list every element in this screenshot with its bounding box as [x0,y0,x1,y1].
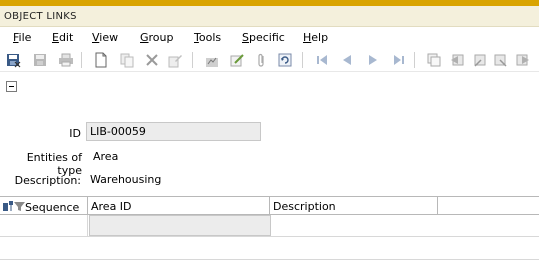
entities-of-type-value: Area [93,150,119,163]
new-document-icon[interactable] [92,51,110,69]
add-row-icon[interactable] [2,200,14,215]
menu-specific[interactable]: Specific [242,31,285,44]
menu-view[interactable]: View [92,31,118,44]
last-record-icon[interactable] [390,51,408,69]
toolbar [0,48,539,72]
delete-icon[interactable] [143,51,161,69]
window-title-bar: OBJECT LINKS [0,6,539,27]
previous-record-icon[interactable] [338,51,356,69]
save-icon[interactable] [31,51,49,69]
grid-divider [0,259,539,260]
next-record-icon[interactable] [364,51,382,69]
column-header-sequence[interactable]: Sequence [0,197,88,215]
edit-icon[interactable] [166,51,184,69]
menu-tools[interactable]: Tools [194,31,221,44]
menu-file[interactable]: File [13,31,31,44]
window-title: OBJECT LINKS [4,11,77,22]
id-label: ID [69,127,81,140]
cell-description[interactable] [271,215,439,236]
toolbar-separator [192,52,193,68]
toolbar-separator [414,52,415,68]
description-label: Description: [14,174,81,187]
table-row[interactable] [0,215,539,237]
copy-icon[interactable] [118,51,136,69]
column-label-sequence: Sequence [25,201,80,214]
links-grid: Sequence Area ID Description [0,196,539,263]
menu-help[interactable]: Help [303,31,328,44]
cell-sequence[interactable] [0,215,88,236]
approve-icon[interactable] [228,51,246,69]
window-icon[interactable] [425,51,443,69]
filter-icon[interactable] [14,201,25,215]
print-icon[interactable] [57,51,75,69]
menu-group[interactable]: Group [140,31,174,44]
toolbar-separator [81,52,82,68]
attach-icon[interactable] [252,51,270,69]
cell-area-id[interactable] [89,215,271,236]
nav-last-icon[interactable] [514,51,532,69]
column-header-area-id[interactable]: Area ID [88,197,270,215]
grid-header: Sequence Area ID Description [0,196,539,215]
nav-next-icon[interactable] [492,51,510,69]
menu-bar: File Edit View Group Tools Specific Help [0,28,539,48]
collapse-section-button[interactable] [6,81,17,92]
menu-edit[interactable]: Edit [52,31,73,44]
nav-prev-icon[interactable] [470,51,488,69]
toolbar-separator [302,52,303,68]
description-value: Warehousing [90,173,162,186]
column-header-description[interactable]: Description [270,197,438,215]
nav-first-icon[interactable] [448,51,466,69]
report-icon[interactable] [203,51,221,69]
id-field[interactable]: LIB-00059 [86,122,261,141]
refresh-icon[interactable] [276,51,294,69]
first-record-icon[interactable] [313,51,331,69]
save-close-icon[interactable] [4,51,22,69]
